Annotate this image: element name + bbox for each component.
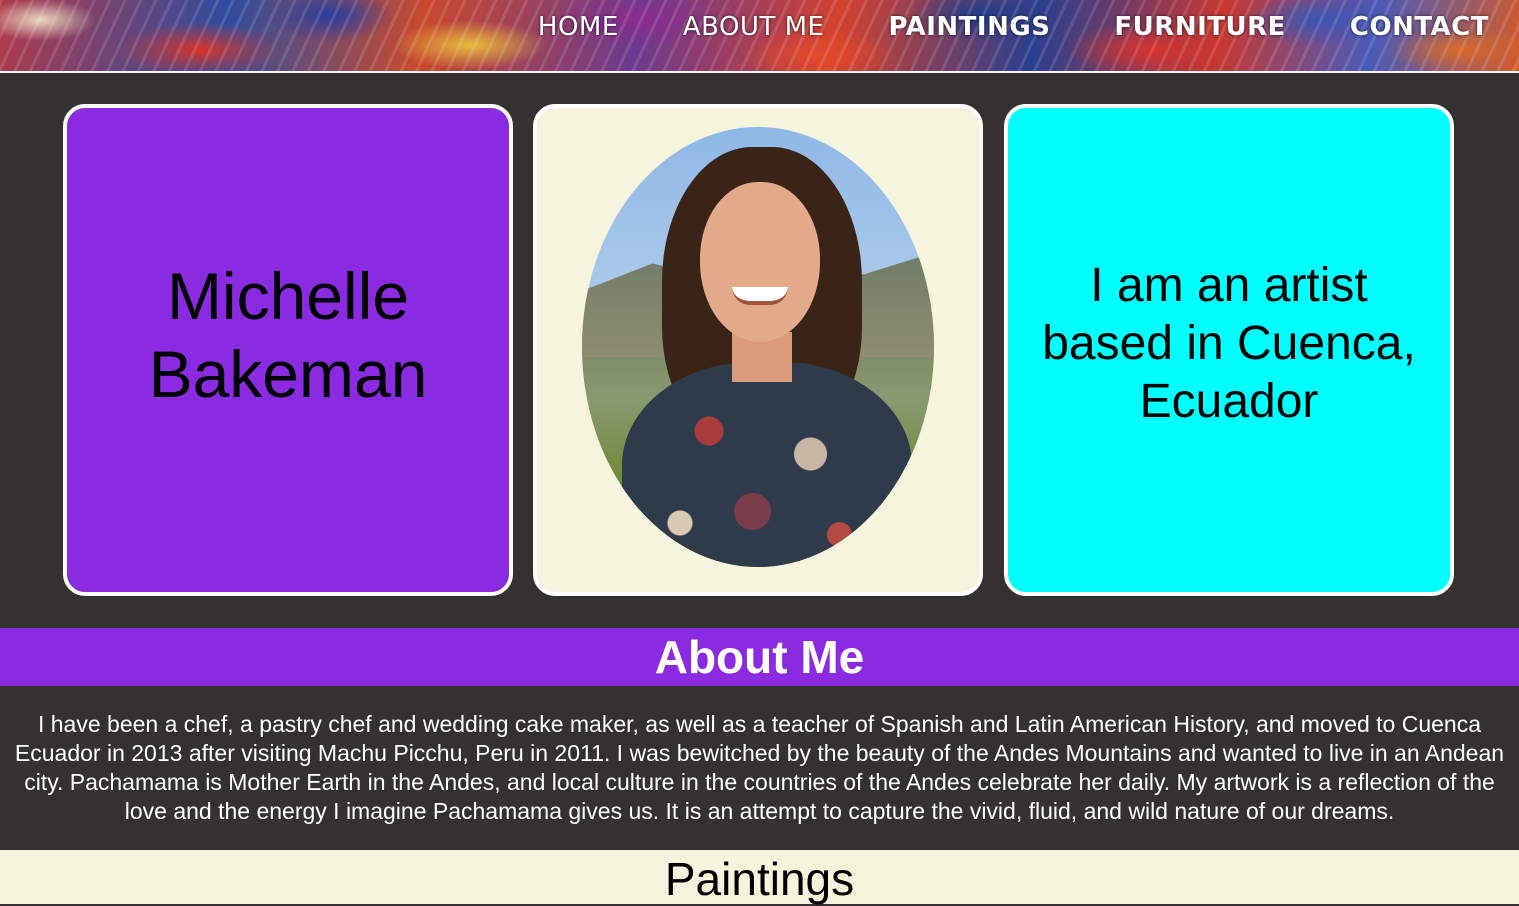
paintings-heading: Paintings bbox=[664, 853, 855, 905]
paintings-section: Paintings bbox=[0, 850, 1519, 905]
nav-home[interactable]: HOME bbox=[538, 12, 619, 42]
artist-name-line1: Michelle bbox=[166, 259, 410, 333]
about-heading-band: About Me bbox=[0, 628, 1519, 686]
site-header: HOME ABOUT ME PAINTINGS FURNITURE CONTAC… bbox=[0, 0, 1519, 72]
main-nav: HOME ABOUT ME PAINTINGS FURNITURE CONTAC… bbox=[474, 12, 1489, 42]
artist-tagline: I am an artist based in Cuenca, Ecuador bbox=[1012, 257, 1446, 431]
tagline-line3: Ecuador bbox=[1139, 375, 1319, 428]
about-body-text: I have been a chef, a pastry chef and we… bbox=[14, 711, 1505, 824]
nav-furniture[interactable]: FURNITURE bbox=[1114, 12, 1285, 42]
about-heading: About Me bbox=[654, 631, 865, 683]
portrait-blouse bbox=[622, 362, 912, 567]
nav-contact[interactable]: CONTACT bbox=[1350, 12, 1489, 42]
portrait-face bbox=[700, 182, 820, 342]
artist-name-line2: Bakeman bbox=[148, 337, 428, 411]
artist-portrait-image bbox=[582, 127, 934, 567]
header-divider bbox=[0, 71, 1519, 73]
artist-name: Michelle Bakeman bbox=[149, 257, 428, 413]
tagline-card: I am an artist based in Cuenca, Ecuador bbox=[1004, 104, 1454, 596]
name-card: Michelle Bakeman bbox=[63, 104, 513, 596]
photo-card bbox=[533, 104, 983, 596]
nav-about-me[interactable]: ABOUT ME bbox=[683, 12, 825, 42]
tagline-line2: based in Cuenca, bbox=[1042, 317, 1416, 370]
tagline-line1: I am an artist bbox=[1090, 259, 1368, 312]
nav-paintings[interactable]: PAINTINGS bbox=[888, 12, 1050, 42]
